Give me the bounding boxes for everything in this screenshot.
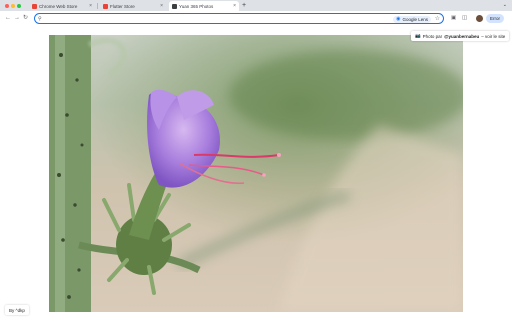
tab-strip: Chrome Web Store × Flutter Store × Yuan …: [0, 0, 512, 11]
camera-icon: 📷: [415, 33, 421, 38]
flutter-store-favicon-icon: [103, 3, 108, 9]
flower-photo-image: [49, 35, 463, 312]
close-tab-icon[interactable]: ×: [89, 3, 92, 9]
google-lens-button[interactable]: ◉ Google Lens: [393, 15, 431, 23]
tab-flutter-store[interactable]: Flutter Store ×: [100, 1, 166, 11]
photo-credit-author[interactable]: @yuanbernabeu: [444, 34, 479, 39]
photo-credit-link[interactable]: – voir le site: [481, 34, 505, 39]
flower-photo: [49, 35, 463, 312]
back-arrow-icon[interactable]: ←: [5, 14, 11, 22]
profile-error-label: Error: [490, 16, 500, 21]
close-tab-icon[interactable]: ×: [233, 3, 236, 9]
reload-icon[interactable]: ↻: [23, 14, 28, 22]
close-window-button[interactable]: [5, 4, 9, 8]
browser-toolbar: ← → ↻ ⚲ ◉ Google Lens ☆ ▣ ◫ Error: [0, 11, 512, 26]
tab-label: Chrome Web Store: [39, 3, 78, 9]
lens-icon: ◉: [396, 16, 401, 22]
address-bar[interactable]: ⚲ ◉ Google Lens ☆: [34, 13, 444, 24]
by-badge[interactable]: By ^dkp: [5, 305, 29, 315]
close-tab-icon[interactable]: ×: [160, 3, 163, 9]
maximize-window-button[interactable]: [17, 4, 21, 8]
search-icon: ⚲: [38, 16, 42, 22]
tab-label: Yuan 365 Photos: [179, 3, 214, 9]
profile-error-button[interactable]: Error: [486, 14, 504, 23]
camera-favicon-icon: [172, 3, 177, 9]
bookmark-star-icon[interactable]: ☆: [435, 15, 440, 23]
chrome-web-store-favicon-icon: [32, 3, 37, 9]
photo-credit-prefix: Photo par: [422, 33, 443, 39]
new-tab-button[interactable]: +: [242, 1, 246, 10]
photo-credit-badge[interactable]: 📷 Photo par @yuanbernabeu – voir le site: [411, 31, 510, 41]
camera-extension-icon[interactable]: ▣: [451, 15, 456, 22]
minimize-window-button[interactable]: [11, 4, 15, 8]
avatar[interactable]: [476, 15, 483, 22]
by-label: By ^dkp: [9, 307, 25, 313]
tab-search-chevron-down-icon[interactable]: ⌄: [503, 1, 507, 10]
forward-arrow-icon[interactable]: →: [14, 14, 20, 22]
extensions-puzzle-icon[interactable]: ◫: [462, 15, 467, 22]
tab-divider: [97, 3, 98, 9]
tab-label: Flutter Store: [110, 3, 135, 9]
tab-yuan-365-photos[interactable]: Yuan 365 Photos ×: [169, 1, 239, 11]
page-content: 📷 Photo par @yuanbernabeu – voir le site…: [0, 26, 512, 320]
google-lens-label: Google Lens: [402, 16, 428, 22]
tab-chrome-web-store[interactable]: Chrome Web Store ×: [29, 1, 95, 11]
